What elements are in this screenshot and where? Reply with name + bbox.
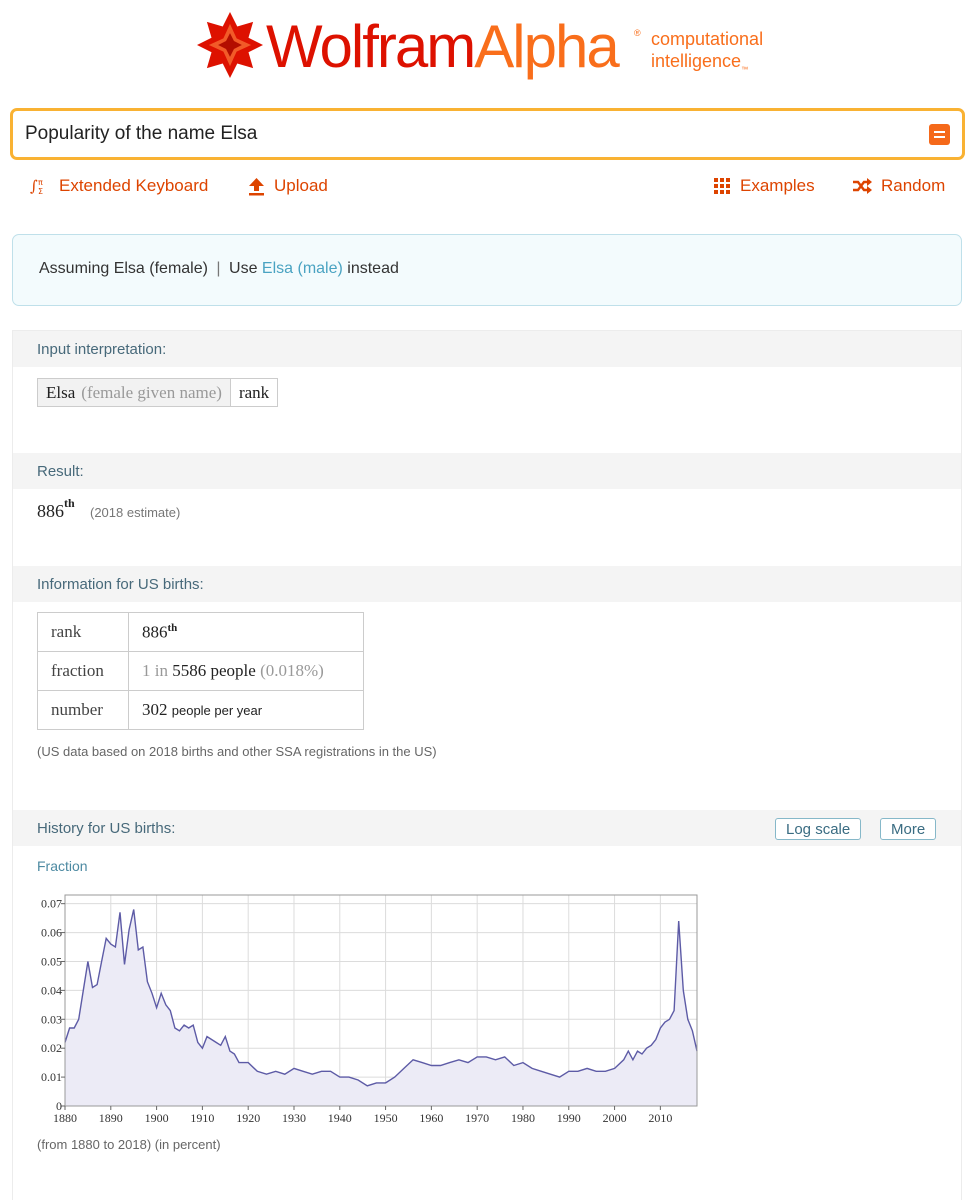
search-box xyxy=(10,108,965,160)
y-tick-label: 0.03 xyxy=(41,1012,62,1026)
logo-tagline: computational intelligence™ xyxy=(651,29,764,74)
input-interpretation-table: Elsa (female given name) rank xyxy=(37,378,279,407)
compute-button[interactable] xyxy=(929,124,950,145)
rank-value: 886th xyxy=(128,612,364,652)
log-scale-button[interactable]: Log scale xyxy=(775,818,862,840)
history-chart: 1880 1890 1900 1910 1920 1930 1940 1950 1960 1970… xyxy=(41,894,698,1125)
row-label: number xyxy=(37,690,129,730)
x-tick-label: 1910 xyxy=(190,1111,214,1125)
svg-text:Σ: Σ xyxy=(38,187,43,196)
keyboard-icon: ∫ π Σ xyxy=(30,177,43,196)
number-value: 302 people per year xyxy=(128,690,364,730)
us-births-table: rank 886th fraction 1 in 5586 people (0.… xyxy=(37,612,364,730)
svg-text:π: π xyxy=(38,178,43,187)
examples-button[interactable]: Examples xyxy=(713,173,815,199)
fraction-value: 1 in 5586 people (0.018%) xyxy=(128,651,364,691)
interpretation-entity: Elsa (female given name) xyxy=(38,379,231,406)
x-tick-label: 1970 xyxy=(465,1111,489,1125)
logo-wordmark: WolframAlpha xyxy=(266,13,620,80)
x-tick-label: 2000 xyxy=(603,1111,627,1125)
series-area xyxy=(65,909,697,1106)
table-row: fraction 1 in 5586 people (0.018%) xyxy=(37,651,364,691)
pod-header-info: Information for US births: xyxy=(13,566,961,602)
x-tick-label: 1940 xyxy=(328,1111,352,1125)
row-label: fraction xyxy=(37,651,129,691)
x-tick-label: 1890 xyxy=(99,1111,123,1125)
assumption-banner: Assuming Elsa (female) | Use Elsa (male)… xyxy=(12,234,962,306)
results-area: Input interpretation: Elsa (female given … xyxy=(12,330,962,1200)
x-tick-label: 1980 xyxy=(511,1111,535,1125)
y-tick-label: 0 xyxy=(56,1099,62,1113)
wolfram-alpha-logo[interactable]: WolframAlpha ® computational intelligenc… xyxy=(196,10,796,82)
assumption-text: Assuming Elsa (female) xyxy=(39,260,208,277)
y-tick-label: 0.07 xyxy=(41,897,62,911)
table-row: rank 886th xyxy=(37,612,364,652)
interpretation-property: rank xyxy=(230,379,278,406)
assumption-separator: | xyxy=(216,260,221,277)
pod-header-result: Result: xyxy=(13,453,961,489)
x-tick-label: 1920 xyxy=(236,1111,260,1125)
wolfram-star-icon xyxy=(197,12,263,78)
assumption-use: Use xyxy=(229,260,258,277)
x-tick-label: 2010 xyxy=(648,1111,672,1125)
row-label: rank xyxy=(37,612,129,652)
result-value: 886th xyxy=(37,496,75,521)
chart-note: (from 1880 to 2018) (in percent) xyxy=(37,1137,221,1152)
svg-text:∫: ∫ xyxy=(30,177,38,195)
upload-button[interactable]: Upload xyxy=(248,173,328,199)
y-tick-label: 0.05 xyxy=(41,954,62,968)
search-input[interactable] xyxy=(25,119,905,149)
y-tick-label: 0.01 xyxy=(41,1070,62,1084)
fraction-label: Fraction xyxy=(37,858,88,874)
extended-keyboard-button[interactable]: ∫ π Σ Extended Keyboard xyxy=(30,173,208,199)
x-tick-label: 1990 xyxy=(557,1111,581,1125)
us-data-note: (US data based on 2018 births and other … xyxy=(37,744,437,759)
assumption-suffix: instead xyxy=(347,260,399,277)
upload-icon xyxy=(249,177,264,195)
more-button[interactable]: More xyxy=(880,818,937,840)
y-tick-label: 0.04 xyxy=(41,983,62,997)
x-tick-label: 1960 xyxy=(419,1111,443,1125)
x-tick-label: 1900 xyxy=(145,1111,169,1125)
registered-mark: ® xyxy=(634,28,641,38)
input-toolbar: ∫ π Σ Extended Keyboard Upload Examples xyxy=(0,173,975,199)
grid-dots-icon xyxy=(714,178,730,194)
x-tick-label: 1880 xyxy=(53,1111,77,1125)
pod-header-interpretation: Input interpretation: xyxy=(13,331,961,367)
x-tick-label: 1950 xyxy=(374,1111,398,1125)
y-tick-label: 0.06 xyxy=(41,926,62,940)
alternative-link[interactable]: Elsa (male) xyxy=(262,260,343,277)
result-note: (2018 estimate) xyxy=(90,505,181,520)
table-row: number 302 people per year xyxy=(37,690,364,730)
x-tick-label: 1930 xyxy=(282,1111,306,1125)
random-button[interactable]: Random xyxy=(852,173,945,199)
y-tick-label: 0.02 xyxy=(41,1041,62,1055)
shuffle-icon xyxy=(853,178,872,194)
